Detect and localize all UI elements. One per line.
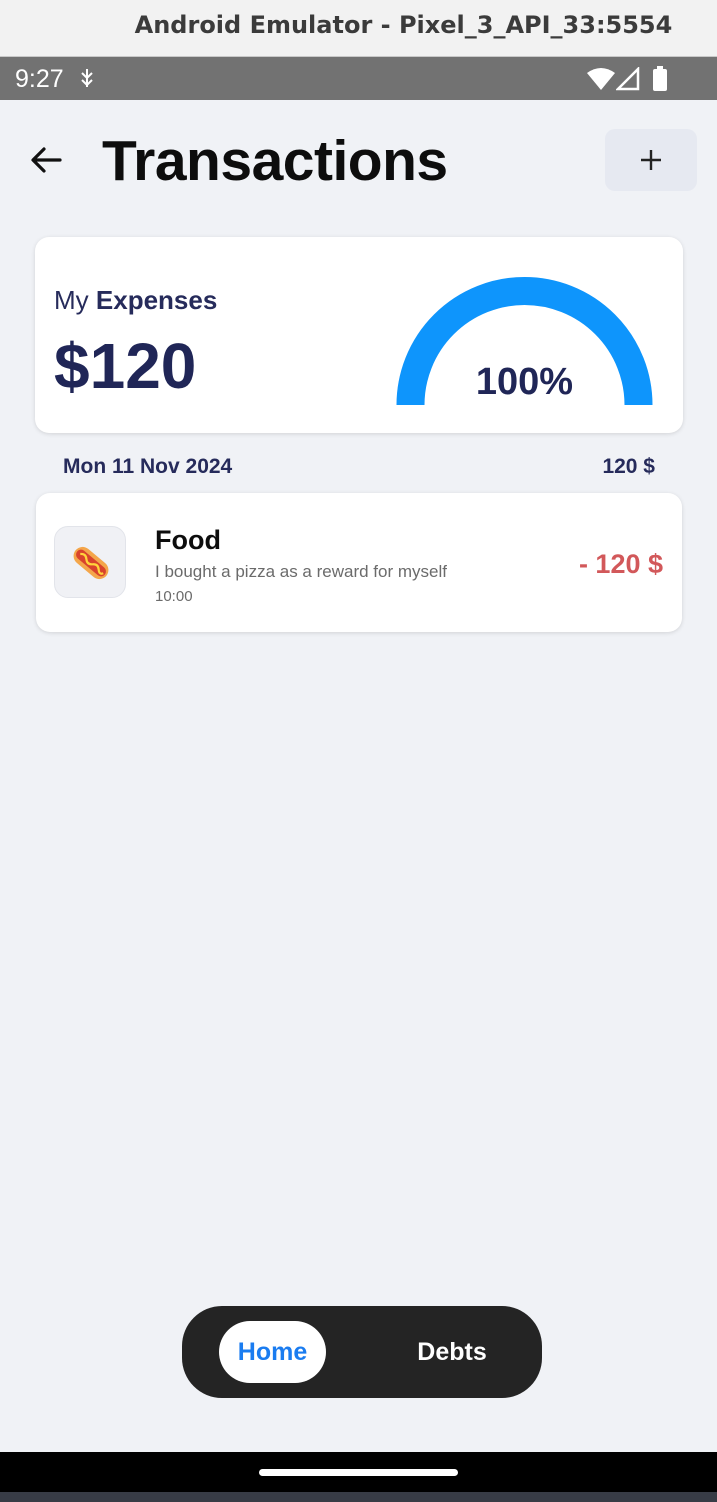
transaction-category: Food <box>155 525 221 555</box>
nav-home-tab[interactable]: Home <box>219 1321 326 1383</box>
add-transaction-button[interactable] <box>605 129 697 191</box>
emulator-title-bar: Android Emulator - Pixel_3_API_33:5554 <box>0 0 717 57</box>
bottom-navigation: Home Debts <box>182 1306 542 1398</box>
desktop-background <box>0 1492 717 1502</box>
expenses-label-bold: Expenses <box>95 285 218 315</box>
wifi-icon <box>587 67 615 96</box>
expenses-label-prefix: My <box>54 285 89 315</box>
group-total: 120 $ <box>602 455 655 478</box>
phone-screen: 9:27 Transactions My Expenses $120 100% … <box>0 57 717 1492</box>
transaction-note: I bought a pizza as a reward for myself <box>155 562 447 581</box>
status-bar: 9:27 <box>0 57 717 100</box>
status-time: 9:27 <box>15 65 64 93</box>
gauge-percent-label: 100% <box>475 361 574 403</box>
hotdog-icon <box>73 546 109 580</box>
plus-icon <box>641 150 661 170</box>
arrow-left-icon <box>31 147 62 173</box>
page-title: Transactions <box>102 129 448 193</box>
window-title: Android Emulator - Pixel_3_API_33:5554 <box>134 11 673 39</box>
transaction-group-header: Mon 11 Nov 2024 120 $ <box>63 455 655 485</box>
back-button[interactable] <box>26 140 66 180</box>
expenses-label: My Expenses <box>54 285 217 316</box>
app-bar: Transactions <box>0 100 717 218</box>
battery-icon <box>652 66 668 97</box>
system-gesture-bar <box>0 1452 717 1492</box>
expenses-summary-card: My Expenses $120 100% <box>35 237 683 433</box>
home-gesture-handle[interactable] <box>259 1469 458 1476</box>
category-icon-box <box>54 526 126 598</box>
usb-debug-icon <box>78 67 96 96</box>
transaction-time: 10:00 <box>155 588 193 605</box>
transaction-amount: - 120 $ <box>578 549 663 579</box>
expenses-amount: $120 <box>54 330 197 402</box>
nav-debts-tab[interactable]: Debts <box>387 1321 517 1383</box>
transaction-card[interactable]: Food I bought a pizza as a reward for my… <box>36 493 682 632</box>
group-date: Mon 11 Nov 2024 <box>63 455 233 478</box>
signal-icon <box>614 65 640 96</box>
